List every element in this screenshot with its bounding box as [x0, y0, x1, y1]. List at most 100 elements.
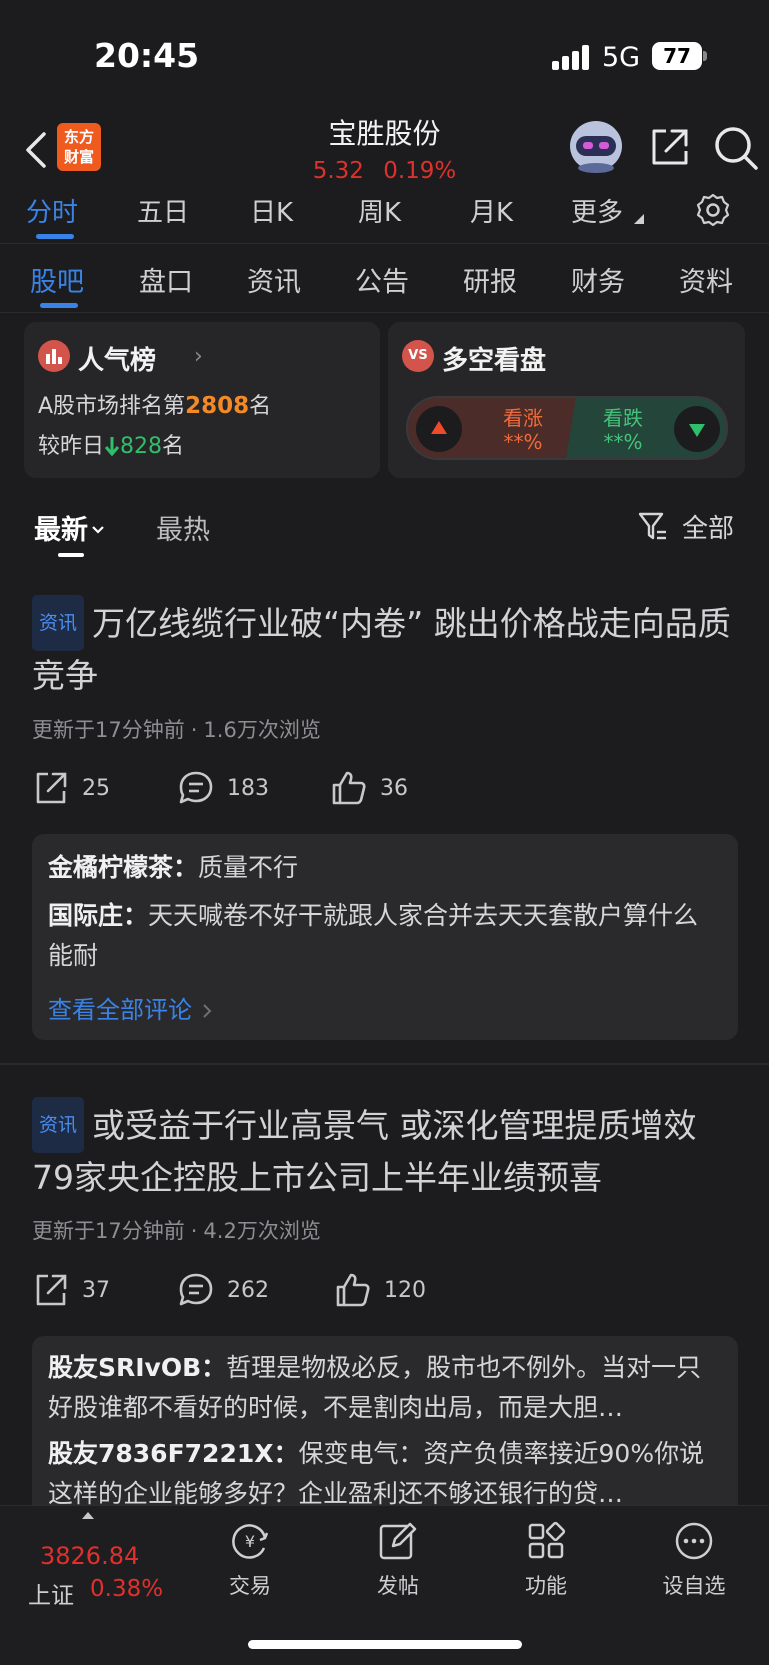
- gear-icon[interactable]: [696, 193, 730, 227]
- filter-underline: [58, 553, 84, 557]
- tab-monthly-k[interactable]: 月K: [470, 192, 513, 229]
- post-title[interactable]: 资讯 万亿线缆行业破“内卷” 跳出价格战走向品质竞争: [32, 595, 732, 701]
- index-change: 0.38%: [90, 1576, 164, 1602]
- search-icon[interactable]: [712, 124, 760, 172]
- tab-intraday[interactable]: 分时: [26, 192, 78, 229]
- share-action[interactable]: 25: [32, 766, 110, 810]
- tab-weekly-k[interactable]: 周K: [358, 192, 401, 229]
- see-all-label: 查看全部评论: [48, 996, 192, 1024]
- stock-name: 宝胜股份: [328, 117, 441, 150]
- trade-icon: ¥: [232, 1524, 269, 1559]
- comment-user: 金橘柠檬茶：: [48, 853, 199, 882]
- tab-five-day[interactable]: 五日: [137, 192, 189, 229]
- share-count: 37: [82, 1277, 110, 1303]
- long-short-card[interactable]: VS 多空看盘 看涨 **% 看跌 **%: [388, 322, 745, 478]
- post-views: 4.2万次浏览: [203, 1219, 321, 1243]
- comment-action[interactable]: 262: [177, 1268, 269, 1312]
- tab-finance[interactable]: 财务: [571, 260, 625, 299]
- see-all-comments-link[interactable]: 查看全部评论: [48, 990, 214, 1025]
- post-title-text: 或受益于行业高景气 或深化管理提质增效 79家央企控股上市公司上半年业绩预喜: [32, 1106, 697, 1197]
- tab-quotes[interactable]: 盘口: [139, 260, 193, 299]
- comment-icon: [179, 1273, 213, 1306]
- tab-research[interactable]: 研报: [463, 260, 517, 299]
- comment-count: 262: [227, 1277, 269, 1303]
- home-indicator[interactable]: [248, 1640, 522, 1649]
- tab-more[interactable]: 更多: [571, 192, 623, 229]
- filter-hot[interactable]: 最热: [156, 508, 210, 547]
- like-count: 36: [380, 775, 408, 801]
- vote-down-button[interactable]: [674, 406, 720, 452]
- tab-profile[interactable]: 资料: [679, 260, 733, 299]
- rank-suffix: 名: [249, 394, 272, 419]
- app-logo[interactable]: 东方 财富: [57, 123, 101, 171]
- popularity-title: 人气榜: [78, 346, 157, 376]
- comment-user: 国际庄：: [48, 901, 149, 930]
- filter-icon[interactable]: [638, 510, 668, 542]
- stock-change: 0.19%: [383, 158, 457, 184]
- post-meta: 更新于17分钟前 · 4.2万次浏览: [32, 1215, 327, 1245]
- share-count: 25: [82, 775, 110, 801]
- meta-dot: ·: [190, 718, 198, 742]
- post-updated: 更新于17分钟前: [32, 1219, 185, 1243]
- filter-latest-label: 最新: [34, 515, 88, 546]
- nav-trade[interactable]: ¥ 交易: [190, 1514, 310, 1600]
- thumbs-up-icon: [336, 1273, 370, 1307]
- rank-change: 较昨日 828名: [38, 428, 184, 460]
- like-count: 120: [384, 1277, 426, 1303]
- share-icon: [36, 772, 67, 804]
- vote-up-label: 看涨: [503, 406, 543, 430]
- filter-latest[interactable]: 最新: [34, 508, 106, 547]
- thumbs-up-icon: [332, 771, 366, 805]
- post-actions: 37 262 120: [32, 1268, 732, 1312]
- vote-up-value: **%: [503, 430, 543, 454]
- vote-down-label: 看跌: [603, 406, 643, 430]
- nav-functions[interactable]: 功能: [486, 1514, 606, 1600]
- vote-up-button[interactable]: [416, 406, 462, 452]
- chart-tab-underline: [36, 234, 74, 239]
- share-action[interactable]: 37: [32, 1268, 110, 1312]
- share-icon[interactable]: [648, 125, 692, 169]
- battery-tip: [703, 51, 707, 61]
- rank-change-value: 828: [120, 434, 163, 459]
- logo-line1: 东方: [63, 128, 94, 146]
- post-title[interactable]: 资讯 或受益于行业高景气 或深化管理提质增效 79家央企控股上市公司上半年业绩预喜: [32, 1097, 732, 1203]
- vs-title: 多空看盘: [442, 346, 547, 376]
- rank-change-prefix: 较昨日: [38, 434, 105, 459]
- robot-assistant-icon[interactable]: [566, 118, 626, 174]
- comment-action[interactable]: 183: [177, 766, 269, 810]
- section-tab-underline: [40, 303, 78, 308]
- index-value: 3826.84: [40, 1542, 140, 1570]
- tab-forum[interactable]: 股吧: [30, 260, 84, 299]
- vs-vote-bar: 看涨 **% 看跌 **%: [406, 396, 728, 460]
- vs-icon: VS: [402, 340, 434, 372]
- like-action[interactable]: 120: [334, 1268, 426, 1312]
- comment-user: 股友SRIvOB：: [48, 1353, 227, 1382]
- post-actions: 25 183 36: [32, 766, 732, 810]
- post-divider: [0, 1063, 769, 1065]
- like-action[interactable]: 36: [330, 766, 408, 810]
- post-tag: 资讯: [32, 1097, 85, 1153]
- index-name: 上证: [28, 1583, 74, 1609]
- back-icon[interactable]: [18, 128, 58, 172]
- tab-news[interactable]: 资讯: [247, 260, 301, 299]
- comment-user: 股友7836F7221X：: [48, 1439, 299, 1468]
- top-comments-box[interactable]: 金橘柠檬茶：质量不行 国际庄：天天喊卷不好干就跟人家合并去天天套散户算什么能耐 …: [32, 834, 738, 1040]
- nav-watchlist-settings[interactable]: 设自选: [634, 1514, 754, 1600]
- expand-caret-icon[interactable]: [82, 1512, 94, 1519]
- post-updated: 更新于17分钟前: [32, 718, 185, 742]
- chart-period-tabs: 分时 五日 日K 周K 月K 更多: [0, 192, 769, 244]
- nav-post-label: 发帖: [377, 1574, 419, 1598]
- tab-announcements[interactable]: 公告: [355, 260, 409, 299]
- svg-text:¥: ¥: [245, 1532, 255, 1551]
- chevron-right-icon: [203, 1004, 212, 1018]
- popularity-card[interactable]: 人气榜 › A股市场排名第2808名 较昨日 828名: [24, 322, 380, 478]
- chevron-down-icon: [92, 526, 104, 534]
- market-rank: A股市场排名第2808名: [38, 388, 271, 420]
- post-views: 1.6万次浏览: [203, 718, 321, 742]
- network-type: 5G: [602, 42, 641, 73]
- filter-all[interactable]: 全部: [682, 508, 734, 545]
- logo-line2: 财富: [63, 148, 94, 166]
- nav-post[interactable]: 发帖: [338, 1514, 458, 1600]
- stock-price: 5.32: [312, 158, 364, 184]
- tab-daily-k[interactable]: 日K: [250, 192, 293, 229]
